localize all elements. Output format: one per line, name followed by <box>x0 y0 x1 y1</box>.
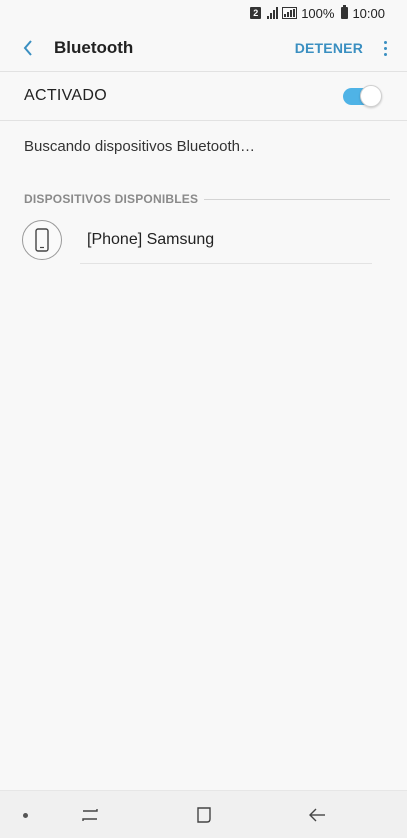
scan-status-text: Buscando dispositivos Bluetooth… <box>24 138 255 155</box>
toggle-label: ACTIVADO <box>24 87 108 104</box>
device-name: [Phone] Samsung <box>87 231 215 248</box>
smartphone-icon <box>22 220 62 260</box>
navigation-bar <box>0 790 407 838</box>
bluetooth-settings-screen: 2 100% 10:00 Bluetooth DETENER ACTIVADO <box>0 0 407 838</box>
switch-thumb <box>360 85 382 107</box>
chevron-left-icon <box>23 40 32 56</box>
bluetooth-toggle-row[interactable]: ACTIVADO <box>0 72 407 120</box>
section-divider <box>204 198 390 200</box>
status-bar: 2 100% 10:00 <box>0 0 407 26</box>
more-options-icon[interactable] <box>367 26 403 70</box>
device-divider <box>80 263 372 264</box>
dot-indicator <box>23 813 28 818</box>
recent-apps-icon[interactable] <box>78 803 102 827</box>
page-title: Bluetooth <box>54 38 134 57</box>
back-arrow-icon[interactable] <box>305 803 329 827</box>
app-bar: Bluetooth DETENER <box>0 26 407 70</box>
home-icon[interactable] <box>192 803 216 827</box>
clock: 10:00 <box>352 5 385 21</box>
battery-icon <box>341 5 349 19</box>
available-devices-header: DISPOSITIVOS DISPONIBLES <box>24 192 390 206</box>
battery-percent: 100% <box>301 5 335 21</box>
section-title: DISPOSITIVOS DISPONIBLES <box>24 192 199 206</box>
back-button[interactable] <box>6 26 50 70</box>
signal-icon <box>267 7 279 19</box>
divider <box>0 120 407 121</box>
sim-slot-badge: 2 <box>250 7 262 19</box>
device-list-item[interactable]: [Phone] Samsung <box>22 217 374 263</box>
stop-scan-button[interactable]: DETENER <box>291 32 367 64</box>
bluetooth-switch[interactable] <box>343 85 382 107</box>
signal-sim2-icon <box>282 7 298 19</box>
